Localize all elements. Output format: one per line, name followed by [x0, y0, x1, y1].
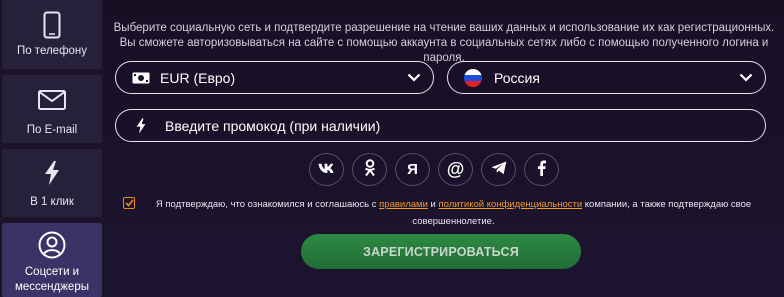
- consent-checkbox[interactable]: [123, 197, 135, 209]
- chevron-down-icon: [407, 73, 421, 82]
- promo-code-input[interactable]: Введите промокод (при наличии): [115, 109, 766, 142]
- tab-social-label-line1: Соцсети и: [24, 266, 80, 278]
- odnoklassniki-icon: [364, 158, 376, 181]
- tab-phone-label: По телефону: [16, 45, 88, 57]
- privacy-policy-link[interactable]: политикой конфиденциальности: [438, 199, 582, 210]
- social-buttons: Я @: [309, 153, 559, 186]
- vk-icon: [318, 161, 336, 178]
- country-value: Россия: [494, 69, 540, 86]
- vk-button[interactable]: [309, 153, 344, 186]
- registration-method-tabs: По телефону По E-mail В 1 клик Соцсети и…: [0, 0, 104, 297]
- yandex-icon: Я: [407, 161, 418, 178]
- lightning-icon: [44, 161, 60, 185]
- phone-icon: [43, 10, 61, 40]
- money-icon: [130, 72, 152, 84]
- check-icon: [124, 194, 134, 212]
- consent-text: Я подтверждаю, что ознакомился и соглаша…: [144, 196, 763, 230]
- yandex-button[interactable]: Я: [395, 153, 430, 186]
- lightning-icon: [130, 118, 152, 134]
- consent-text-before: Я подтверждаю, что ознакомился и соглаша…: [155, 199, 380, 210]
- mail-ru-icon: @: [446, 159, 465, 179]
- consent-row: Я подтверждаю, что ознакомился и соглаша…: [123, 196, 763, 230]
- odnoklassniki-button[interactable]: [352, 153, 387, 186]
- promo-code-placeholder: Введите промокод (при наличии): [165, 117, 381, 134]
- rules-link[interactable]: правилами: [379, 199, 428, 210]
- tab-one-click-label: В 1 клик: [30, 196, 74, 208]
- tab-one-click[interactable]: В 1 клик: [2, 149, 102, 217]
- consent-text-and: и: [427, 199, 439, 210]
- flag-russia-icon: [462, 68, 484, 87]
- telegram-button[interactable]: [481, 153, 516, 186]
- register-button[interactable]: ЗАРЕГИСТРИРОВАТЬСЯ: [301, 234, 581, 269]
- tab-phone[interactable]: По телефону: [2, 0, 102, 69]
- tab-social-label-line2: мессенджеры: [14, 281, 89, 293]
- tab-email-label: По E-mail: [26, 124, 78, 136]
- country-select[interactable]: Россия: [447, 61, 766, 94]
- currency-value: EUR (Евро): [160, 69, 236, 86]
- mail-ru-button[interactable]: @: [438, 153, 473, 186]
- facebook-button[interactable]: [524, 153, 559, 186]
- telegram-icon: [491, 161, 507, 179]
- tab-email[interactable]: По E-mail: [2, 75, 102, 143]
- currency-select[interactable]: EUR (Евро): [115, 61, 434, 94]
- mail-icon: [38, 89, 66, 111]
- tab-social[interactable]: Соцсети и мессенджеры: [2, 223, 102, 297]
- facebook-icon: [537, 160, 546, 180]
- info-text-line1: Выберите социальную сеть и подтвердите р…: [113, 22, 775, 34]
- chevron-down-icon: [739, 73, 753, 82]
- user-circle-icon: [38, 231, 66, 259]
